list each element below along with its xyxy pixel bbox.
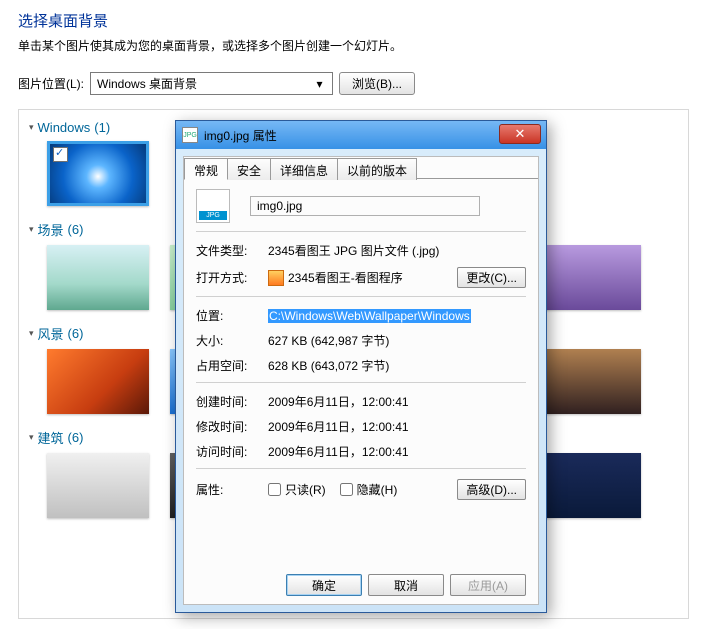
label-attrs: 属性: [196, 481, 268, 498]
label-opens: 打开方式: [196, 269, 268, 286]
label-disk: 占用空间: [196, 357, 268, 374]
tab-previous[interactable]: 以前的版本 [337, 158, 417, 180]
advanced-button[interactable]: 高级(D)... [457, 479, 526, 500]
label-modified: 修改时间: [196, 418, 268, 435]
browse-button[interactable]: 浏览(B)... [339, 72, 415, 95]
dialog-title-text: img0.jpg 属性 [204, 127, 277, 144]
thumb-windows-0[interactable] [47, 141, 149, 206]
value-created: 2009年6月11日，12:00:41 [268, 393, 409, 410]
location-value: Windows 桌面背景 [97, 75, 197, 92]
collapse-icon: ▾ [29, 122, 34, 133]
tab-security[interactable]: 安全 [227, 158, 271, 180]
thumb-scene-0[interactable] [47, 245, 149, 310]
apply-button[interactable]: 应用(A) [450, 574, 526, 596]
ok-button[interactable]: 确定 [286, 574, 362, 596]
chevron-down-icon: ▾ [311, 77, 328, 91]
filename-input[interactable]: img0.jpg [250, 196, 480, 216]
app-icon [268, 270, 284, 286]
readonly-checkbox[interactable]: 只读(R) [268, 481, 326, 498]
value-disk: 628 KB (643,072 字节) [268, 357, 389, 374]
tab-general[interactable]: 常规 [184, 158, 228, 180]
value-location[interactable]: C:\Windows\Web\Wallpaper\Windows [268, 309, 471, 323]
close-button[interactable]: ✕ [499, 124, 541, 144]
thumb-arch-0[interactable] [47, 453, 149, 518]
label-location: 位置: [196, 307, 268, 324]
hidden-checkbox[interactable]: 隐藏(H) [340, 481, 398, 498]
thumb-arch-5[interactable] [539, 453, 641, 518]
thumb-scene-5[interactable] [539, 245, 641, 310]
value-size: 627 KB (642,987 字节) [268, 332, 389, 349]
thumb-land-0[interactable] [47, 349, 149, 414]
label-size: 大小: [196, 332, 268, 349]
value-modified: 2009年6月11日，12:00:41 [268, 418, 409, 435]
tab-details[interactable]: 详细信息 [270, 158, 338, 180]
page-title: 选择桌面背景 [18, 10, 689, 31]
value-type: 2345看图王 JPG 图片文件 (.jpg) [268, 242, 439, 259]
collapse-icon: ▾ [29, 432, 34, 443]
change-button[interactable]: 更改(C)... [457, 267, 526, 288]
collapse-icon: ▾ [29, 328, 34, 339]
location-label: 图片位置(L): [18, 75, 84, 92]
jpg-icon [196, 189, 230, 223]
value-opens: 2345看图王-看图程序 [268, 269, 403, 287]
page-subtitle: 单击某个图片使其成为您的桌面背景，或选择多个图片创建一个幻灯片。 [18, 37, 689, 54]
collapse-icon: ▾ [29, 224, 34, 235]
thumb-land-5[interactable] [539, 349, 641, 414]
value-accessed: 2009年6月11日，12:00:41 [268, 443, 409, 460]
properties-dialog: JPG img0.jpg 属性 ✕ 常规 安全 详细信息 以前的版本 img0.… [175, 120, 547, 613]
label-type: 文件类型: [196, 242, 268, 259]
location-dropdown[interactable]: Windows 桌面背景 ▾ [90, 72, 333, 95]
label-created: 创建时间: [196, 393, 268, 410]
label-accessed: 访问时间: [196, 443, 268, 460]
file-icon: JPG [182, 127, 198, 143]
dialog-titlebar[interactable]: JPG img0.jpg 属性 ✕ [176, 121, 546, 149]
cancel-button[interactable]: 取消 [368, 574, 444, 596]
